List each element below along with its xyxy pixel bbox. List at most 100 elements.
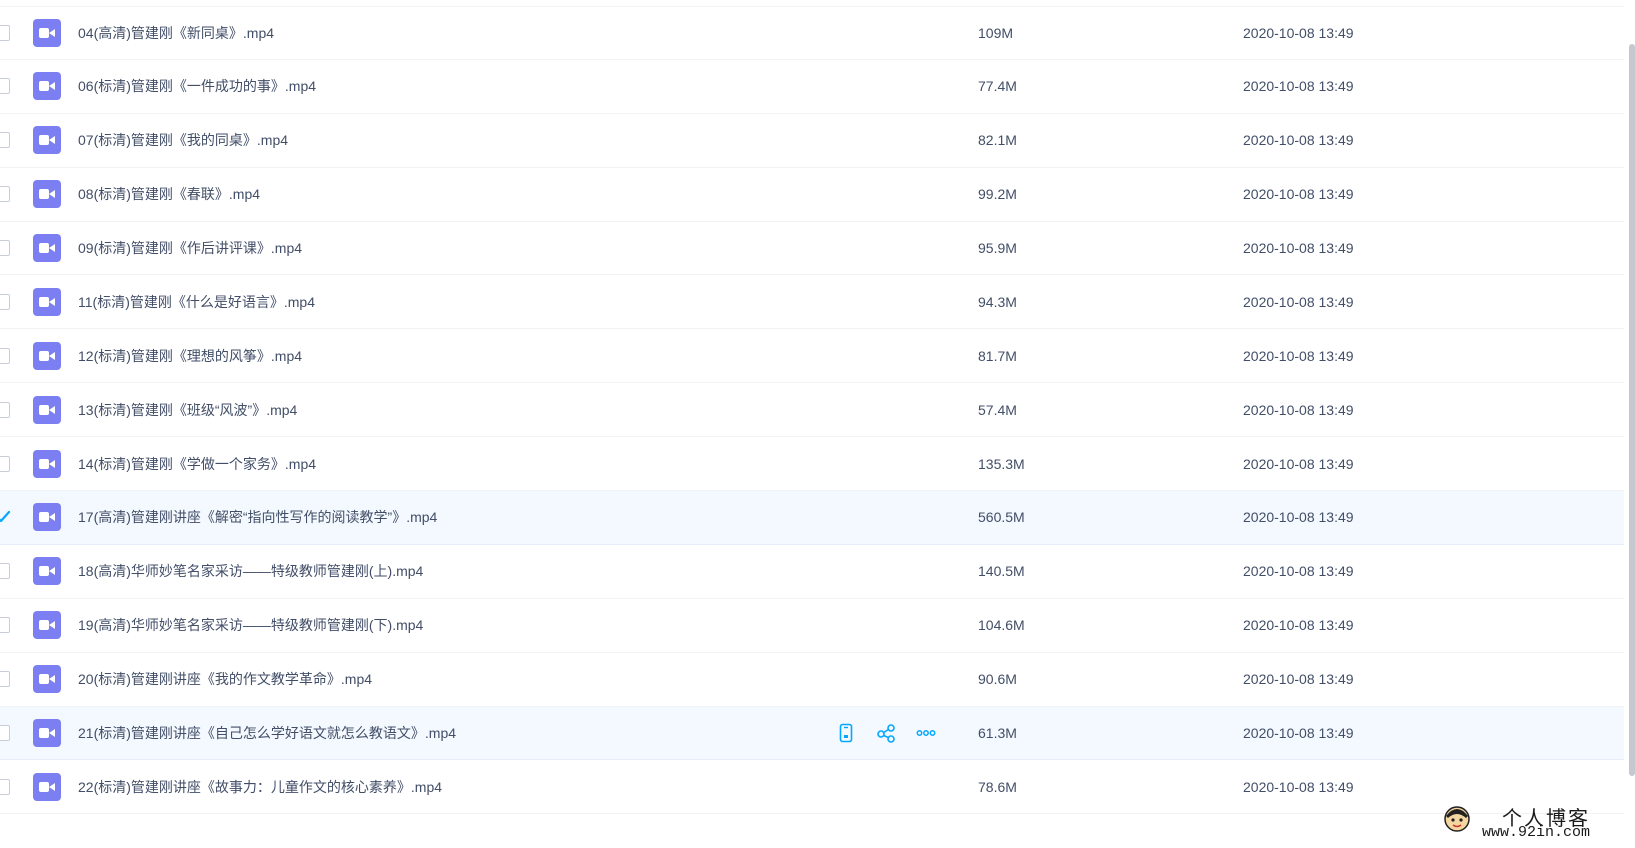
video-file-icon: [33, 18, 61, 47]
file-row[interactable]: 06(标清)管建刚《一件成功的事》.mp4 77.4M 2020-10-08 13:…: [0, 60, 1624, 114]
file-size: 104.6M: [978, 617, 1025, 634]
row-checkbox[interactable]: [0, 132, 10, 149]
file-name[interactable]: 09(标清)管建刚《作后讲评课》.mp4: [78, 238, 302, 258]
file-date: 2020-10-08 13:49: [1243, 509, 1354, 526]
file-date: 2020-10-08 13:49: [1243, 671, 1354, 688]
file-name[interactable]: 13(标清)管建刚《班级“风波”》.mp4: [78, 400, 297, 420]
video-file-icon: [33, 611, 61, 640]
file-name[interactable]: 19(高清)华师妙笔名家采访——特级教师管建刚(下).mp4: [78, 615, 423, 635]
phone-icon[interactable]: [836, 723, 856, 743]
row-checkbox[interactable]: [0, 401, 10, 418]
row-checkbox[interactable]: [0, 240, 10, 256]
file-name[interactable]: 04(高清)管建刚《新同桌》.mp4: [78, 23, 274, 43]
file-date: 2020-10-08 13:49: [1243, 617, 1354, 634]
row-checkbox[interactable]: [0, 78, 10, 95]
file-name[interactable]: 07(标清)管建刚《我的同桌》.mp4: [78, 130, 288, 150]
scrollbar[interactable]: [1629, 44, 1635, 776]
file-list: 04(高清)管建刚《新同桌》.mp4 109M 2020-10-08 13:49 06…: [0, 6, 1624, 815]
row-checkbox[interactable]: [0, 778, 10, 795]
video-file-icon: [33, 180, 61, 209]
file-date: 2020-10-08 13:49: [1243, 132, 1354, 149]
file-size: 61.3M: [978, 725, 1017, 742]
file-date: 2020-10-08 13:49: [1243, 455, 1354, 472]
file-size: 94.3M: [978, 293, 1017, 310]
row-checkbox[interactable]: [0, 563, 10, 580]
file-date: 2020-10-08 13:49: [1243, 347, 1354, 364]
file-date: 2020-10-08 13:49: [1243, 186, 1354, 203]
row-checkbox[interactable]: [0, 617, 10, 634]
file-size: 95.9M: [978, 240, 1017, 256]
file-row[interactable]: 21(标清)管建刚讲座《自己怎么学好语文就怎么教语文》.mp4 61.3M 2020…: [0, 706, 1624, 761]
row-checkbox[interactable]: [0, 347, 10, 364]
video-file-icon: [33, 287, 61, 316]
row-checkbox[interactable]: [0, 725, 10, 742]
file-name[interactable]: 18(高清)华师妙笔名家采访——特级教师管建刚(上).mp4: [78, 561, 423, 581]
file-row[interactable]: 22(标清)管建刚讲座《故事力：儿童作文的核心素养》.mp4 78.6M 2020-…: [0, 760, 1624, 815]
more-icon[interactable]: [916, 723, 936, 743]
file-date: 2020-10-08 13:49: [1243, 563, 1354, 580]
video-file-icon: [33, 449, 61, 478]
file-row[interactable]: 09(标清)管建刚《作后讲评课》.mp4 95.9M 2020-10-08 13:4…: [0, 222, 1624, 276]
row-checkbox[interactable]: [0, 293, 10, 310]
file-name[interactable]: 14(标清)管建刚《学做一个家务》.mp4: [78, 454, 316, 474]
file-row[interactable]: 13(标清)管建刚《班级“风波”》.mp4 57.4M 2020-10-08 13:…: [0, 383, 1624, 438]
watermark-logo-icon: [1444, 806, 1470, 832]
file-size: 135.3M: [978, 455, 1025, 472]
row-checkbox[interactable]: [0, 509, 11, 525]
file-date: 2020-10-08 13:49: [1243, 778, 1354, 795]
row-checkbox[interactable]: [0, 671, 10, 688]
file-row[interactable]: 07(标清)管建刚《我的同桌》.mp4 82.1M 2020-10-08 13:49: [0, 114, 1624, 168]
video-file-icon: [33, 341, 61, 370]
file-name[interactable]: 17(高清)管建刚讲座《解密“指向性写作的阅读教学”》.mp4: [78, 507, 437, 527]
file-size: 560.5M: [978, 509, 1025, 526]
file-size: 109M: [978, 24, 1014, 41]
video-file-icon: [33, 772, 61, 801]
file-date: 2020-10-08 13:49: [1243, 725, 1354, 742]
file-row[interactable]: 04(高清)管建刚《新同桌》.mp4 109M 2020-10-08 13:49: [0, 6, 1624, 60]
video-file-icon: [33, 557, 61, 586]
file-name[interactable]: 11(标清)管建刚《什么是好语言》.mp4: [78, 292, 315, 312]
video-file-icon: [33, 234, 61, 262]
file-date: 2020-10-08 13:49: [1243, 24, 1354, 41]
file-row[interactable]: 08(标清)管建刚《春联》.mp4 99.2M 2020-10-08 13:49: [0, 168, 1624, 222]
file-row[interactable]: 12(标清)管建刚《理想的风筝》.mp4 81.7M 2020-10-08 13:4…: [0, 329, 1624, 384]
file-row[interactable]: 18(高清)华师妙笔名家采访——特级教师管建刚(上).mp4 140.5M 2020…: [0, 545, 1624, 599]
file-date: 2020-10-08 13:49: [1243, 78, 1354, 95]
video-file-icon: [33, 719, 61, 748]
file-name[interactable]: 20(标清)管建刚讲座《我的作文教学革命》.mp4: [78, 669, 372, 689]
file-row[interactable]: 11(标清)管建刚《什么是好语言》.mp4 94.3M 2020-10-08 13:…: [0, 275, 1624, 330]
file-size: 90.6M: [978, 671, 1017, 688]
file-size: 82.1M: [978, 132, 1017, 149]
file-size: 99.2M: [978, 186, 1017, 203]
video-file-icon: [33, 395, 61, 424]
file-row[interactable]: 17(高清)管建刚讲座《解密“指向性写作的阅读教学”》.mp4 560.5M 202…: [0, 491, 1624, 545]
file-name[interactable]: 08(标清)管建刚《春联》.mp4: [78, 184, 260, 204]
row-checkbox[interactable]: [0, 186, 10, 203]
file-date: 2020-10-08 13:49: [1243, 293, 1354, 310]
file-date: 2020-10-08 13:49: [1243, 401, 1354, 418]
video-file-icon: [33, 503, 61, 532]
file-name[interactable]: 06(标清)管建刚《一件成功的事》.mp4: [78, 76, 316, 96]
file-size: 140.5M: [978, 563, 1025, 580]
video-file-icon: [33, 665, 61, 694]
file-row[interactable]: 19(高清)华师妙笔名家采访——特级教师管建刚(下).mp4 104.6M 2020…: [0, 599, 1624, 653]
file-size: 78.6M: [978, 778, 1017, 795]
file-size: 77.4M: [978, 78, 1017, 95]
row-checkbox[interactable]: [0, 455, 10, 472]
row-checkbox[interactable]: [0, 24, 10, 41]
file-row[interactable]: 14(标清)管建刚《学做一个家务》.mp4 135.3M 2020-10-08 13…: [0, 437, 1624, 492]
file-name[interactable]: 22(标清)管建刚讲座《故事力：儿童作文的核心素养》.mp4: [78, 777, 442, 797]
share-icon[interactable]: [876, 723, 896, 743]
file-size: 57.4M: [978, 401, 1017, 418]
file-size: 81.7M: [978, 347, 1017, 364]
checkmark-icon: [0, 511, 11, 523]
watermark-url: www.92in.com: [1482, 824, 1591, 841]
video-file-icon: [33, 126, 61, 155]
file-date: 2020-10-08 13:49: [1243, 240, 1354, 256]
file-name[interactable]: 21(标清)管建刚讲座《自己怎么学好语文就怎么教语文》.mp4: [78, 723, 456, 743]
watermark: 个人博客 www.92in.com: [1438, 796, 1626, 848]
file-name[interactable]: 12(标清)管建刚《理想的风筝》.mp4: [78, 346, 302, 366]
file-row[interactable]: 20(标清)管建刚讲座《我的作文教学革命》.mp4 90.6M 2020-10-08…: [0, 653, 1624, 707]
row-actions: [836, 723, 956, 743]
video-file-icon: [33, 72, 61, 101]
